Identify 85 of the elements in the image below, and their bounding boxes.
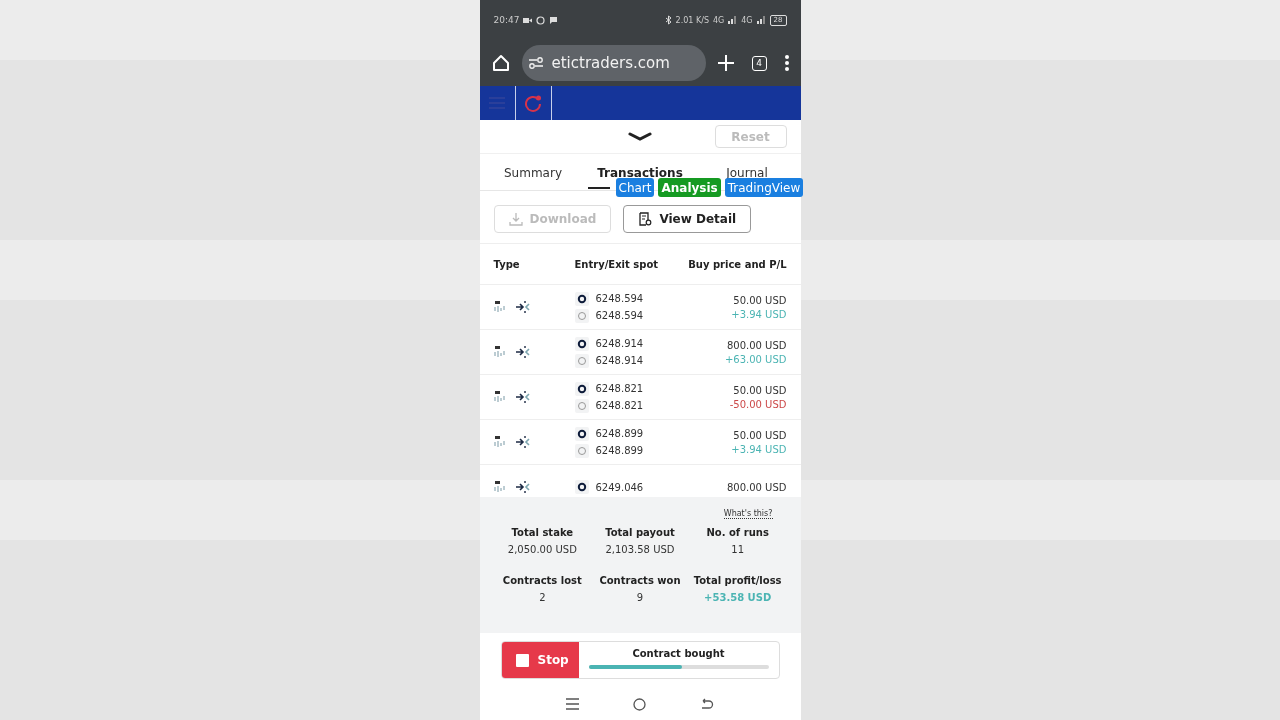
- stat-value: 2,050.00 USD: [506, 544, 578, 555]
- chevron-down-icon[interactable]: [627, 132, 652, 142]
- arrows-converge-icon: [515, 480, 530, 494]
- overlay-button[interactable]: Chart: [615, 178, 655, 197]
- download-icon: [508, 212, 523, 226]
- network-type: 4G: [713, 15, 725, 25]
- candlestick-icon: [493, 481, 506, 493]
- document-search-icon: [638, 212, 653, 226]
- stat-value: 9: [635, 592, 645, 603]
- url-text: etictraders.com: [551, 54, 670, 72]
- column-header: Entry/Exit spot: [574, 258, 660, 270]
- column-header: Buy price and P/L: [688, 258, 787, 270]
- profit-loss: +3.94 USD: [731, 308, 787, 320]
- site-settings-icon: [527, 56, 544, 70]
- exit-marker-icon: [574, 443, 589, 458]
- entry-marker-icon: [574, 426, 589, 441]
- overlay-button[interactable]: TradingView: [724, 178, 804, 197]
- exit-spot: 6248.821: [595, 400, 644, 411]
- entry-marker-icon: [574, 291, 589, 306]
- entry-marker-icon: [574, 480, 589, 494]
- buy-price: 50.00 USD: [732, 429, 787, 441]
- buy-price: 50.00 USD: [732, 294, 787, 306]
- exit-spot: 6248.594: [595, 310, 644, 321]
- buy-price: 800.00 USD: [726, 481, 787, 493]
- candlestick-icon: [493, 301, 506, 313]
- stat-value: +53.58 USD: [703, 592, 773, 603]
- menu-icon[interactable]: [566, 698, 580, 710]
- profit-loss: -50.00 USD: [729, 398, 787, 410]
- profit-loss: +3.94 USD: [731, 443, 787, 455]
- contract-status: Contract bought: [631, 648, 726, 659]
- stat-label: Total profit/loss: [692, 575, 783, 586]
- overlay-button[interactable]: Analysis: [658, 178, 721, 197]
- column-header: Type: [493, 258, 521, 270]
- tab[interactable]: Journal: [726, 166, 768, 180]
- stat-label: No. of runs: [705, 527, 770, 538]
- more-menu-icon[interactable]: [784, 55, 789, 71]
- back-icon[interactable]: [699, 698, 714, 710]
- entry-spot: 6248.914: [595, 338, 644, 349]
- buy-price: 50.00 USD: [732, 384, 787, 396]
- buy-price: 800.00 USD: [725, 339, 787, 351]
- exit-spot: 6248.914: [595, 355, 644, 366]
- home-icon[interactable]: [491, 54, 510, 72]
- signal-icon: [728, 16, 738, 24]
- arrows-converge-icon: [515, 345, 530, 359]
- view-detail-button[interactable]: View Detail: [623, 205, 752, 233]
- network-speed: 2.01 K/S: [675, 15, 709, 25]
- home-circle-icon[interactable]: [633, 697, 646, 711]
- stat-value: 2,103.58 USD: [604, 544, 676, 555]
- candlestick-icon: [493, 346, 506, 358]
- signal-icon: [756, 16, 766, 24]
- exit-spot: 6248.899: [595, 445, 644, 456]
- bluetooth-icon: [664, 15, 672, 25]
- stat-label: Contracts lost: [501, 575, 583, 586]
- entry-spot: 6248.594: [595, 293, 644, 304]
- whats-this-link[interactable]: What's this?: [723, 509, 773, 519]
- candlestick-icon: [493, 436, 506, 448]
- exit-marker-icon: [574, 398, 589, 413]
- stop-icon: [515, 653, 529, 667]
- clock-time: 20:47: [493, 15, 520, 25]
- entry-marker-icon: [574, 381, 589, 396]
- network-type: 4G: [741, 15, 753, 25]
- tab[interactable]: Transactions: [597, 166, 683, 180]
- tab-count-button[interactable]: 4: [751, 55, 767, 71]
- entry-marker-icon: [574, 336, 589, 351]
- stop-button[interactable]: Stop: [501, 642, 579, 678]
- stat-value: 11: [730, 544, 745, 555]
- entry-spot: 6249.046: [595, 481, 644, 493]
- plus-icon[interactable]: [717, 55, 734, 71]
- message-icon: [549, 16, 559, 24]
- entry-spot: 6248.821: [595, 383, 644, 394]
- arrows-converge-icon: [515, 435, 530, 449]
- arrows-converge-icon: [515, 390, 530, 404]
- video-icon: [523, 16, 533, 24]
- entry-spot: 6248.899: [595, 428, 644, 439]
- arrows-converge-icon: [515, 300, 530, 314]
- stat-label: Contracts won: [598, 575, 682, 586]
- exit-marker-icon: [574, 308, 589, 323]
- stat-label: Total payout: [604, 527, 676, 538]
- candlestick-icon: [493, 391, 506, 403]
- tab[interactable]: Summary: [504, 166, 562, 180]
- exit-marker-icon: [574, 353, 589, 368]
- stat-label: Total stake: [510, 527, 575, 538]
- stat-value: 2: [538, 592, 547, 603]
- profit-loss: +63.00 USD: [724, 353, 787, 365]
- address-bar[interactable]: etictraders.com: [521, 45, 706, 81]
